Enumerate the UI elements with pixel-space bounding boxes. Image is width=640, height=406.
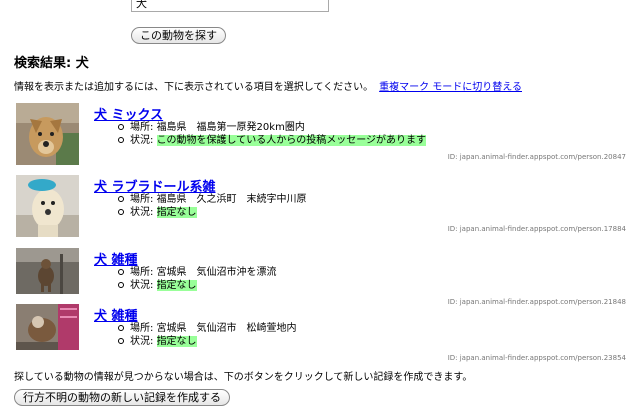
search-button[interactable]: この動物を探す [131, 27, 226, 44]
animal-photo[interactable] [16, 103, 79, 165]
record-id: ID: japan.animal-finder.appspot.com/pers… [447, 354, 626, 362]
animal-details: 場所: 福島県 福島第一原発20km圏内 状況: この動物を保護している人からの… [116, 121, 427, 147]
status-label: 状況: [130, 280, 157, 291]
duplicate-mode-link[interactable]: 重複マーク モードに切り替える [379, 82, 522, 93]
instructions-text: 情報を表示または追加するには、下に表示されている項目を選択してください。 [14, 82, 374, 93]
record-id: ID: japan.animal-finder.appspot.com/pers… [447, 225, 626, 233]
animal-photo[interactable] [16, 175, 79, 237]
results-heading: 検索結果: 犬 [14, 56, 89, 71]
animal-photo[interactable] [16, 304, 79, 366]
location-label: 場所: [130, 323, 157, 334]
status-label: 状況: [130, 336, 157, 347]
status-line: 状況: 指定なし [116, 206, 307, 219]
location-line: 場所: 宮城県 気仙沼市 松崎萱地内 [116, 322, 297, 335]
record-id: ID: japan.animal-finder.appspot.com/pers… [447, 153, 626, 161]
status-line: 状況: 指定なし [116, 279, 277, 292]
location-value: 宮城県 気仙沼市 松崎萱地内 [156, 323, 297, 334]
location-line: 場所: 福島県 久之浜町 末続字中川原 [116, 193, 307, 206]
location-value: 福島県 福島第一原発20km圏内 [156, 122, 305, 133]
location-value: 宮城県 気仙沼市沖を漂流 [156, 267, 277, 278]
location-line: 場所: 福島県 福島第一原発20km圏内 [116, 121, 426, 134]
animal-details: 場所: 宮城県 気仙沼市沖を漂流 状況: 指定なし [116, 266, 277, 292]
result-card: 犬 雑種 場所: 宮城県 気仙沼市 松崎萱地内 状況: 指定なし ID: jap… [16, 304, 636, 374]
status-line: 状況: 指定なし [116, 335, 297, 348]
instructions: 情報を表示または追加するには、下に表示されている項目を選択してください。 重複マー… [14, 78, 522, 93]
animal-details: 場所: 宮城県 気仙沼市 松崎萱地内 状況: 指定なし [116, 322, 297, 348]
status-line: 状況: この動物を保護している人からの投稿メッセージがあります [116, 134, 427, 147]
status-value: この動物を保護している人からの投稿メッセージがあります [156, 135, 427, 146]
location-line: 場所: 宮城県 気仙沼市沖を漂流 [116, 266, 277, 279]
status-value: 指定なし [156, 336, 197, 347]
animal-photo[interactable] [16, 248, 79, 310]
location-value: 福島県 久之浜町 末続字中川原 [156, 194, 307, 205]
result-card: 犬 ミックス 場所: 福島県 福島第一原発20km圏内 状況: この動物を保護し… [16, 103, 636, 173]
status-label: 状況: [130, 135, 157, 146]
animal-details: 場所: 福島県 久之浜町 末続字中川原 状況: 指定なし [116, 193, 307, 219]
create-record-button[interactable]: 行方不明の動物の新しい記録を作成する [14, 389, 230, 406]
status-value: 指定なし [156, 280, 197, 291]
location-label: 場所: [130, 122, 157, 133]
search-input[interactable]: 犬 [131, 0, 329, 12]
status-label: 状況: [130, 207, 157, 218]
location-label: 場所: [130, 194, 157, 205]
no-match-text: 探している動物の情報が見つからない場合は、下のボタンをクリックして新しい記録を作… [14, 372, 473, 383]
status-value: 指定なし [156, 207, 197, 218]
location-label: 場所: [130, 267, 157, 278]
result-card: 犬 ラブラドール系雑 場所: 福島県 久之浜町 末続字中川原 状況: 指定なし … [16, 175, 636, 245]
